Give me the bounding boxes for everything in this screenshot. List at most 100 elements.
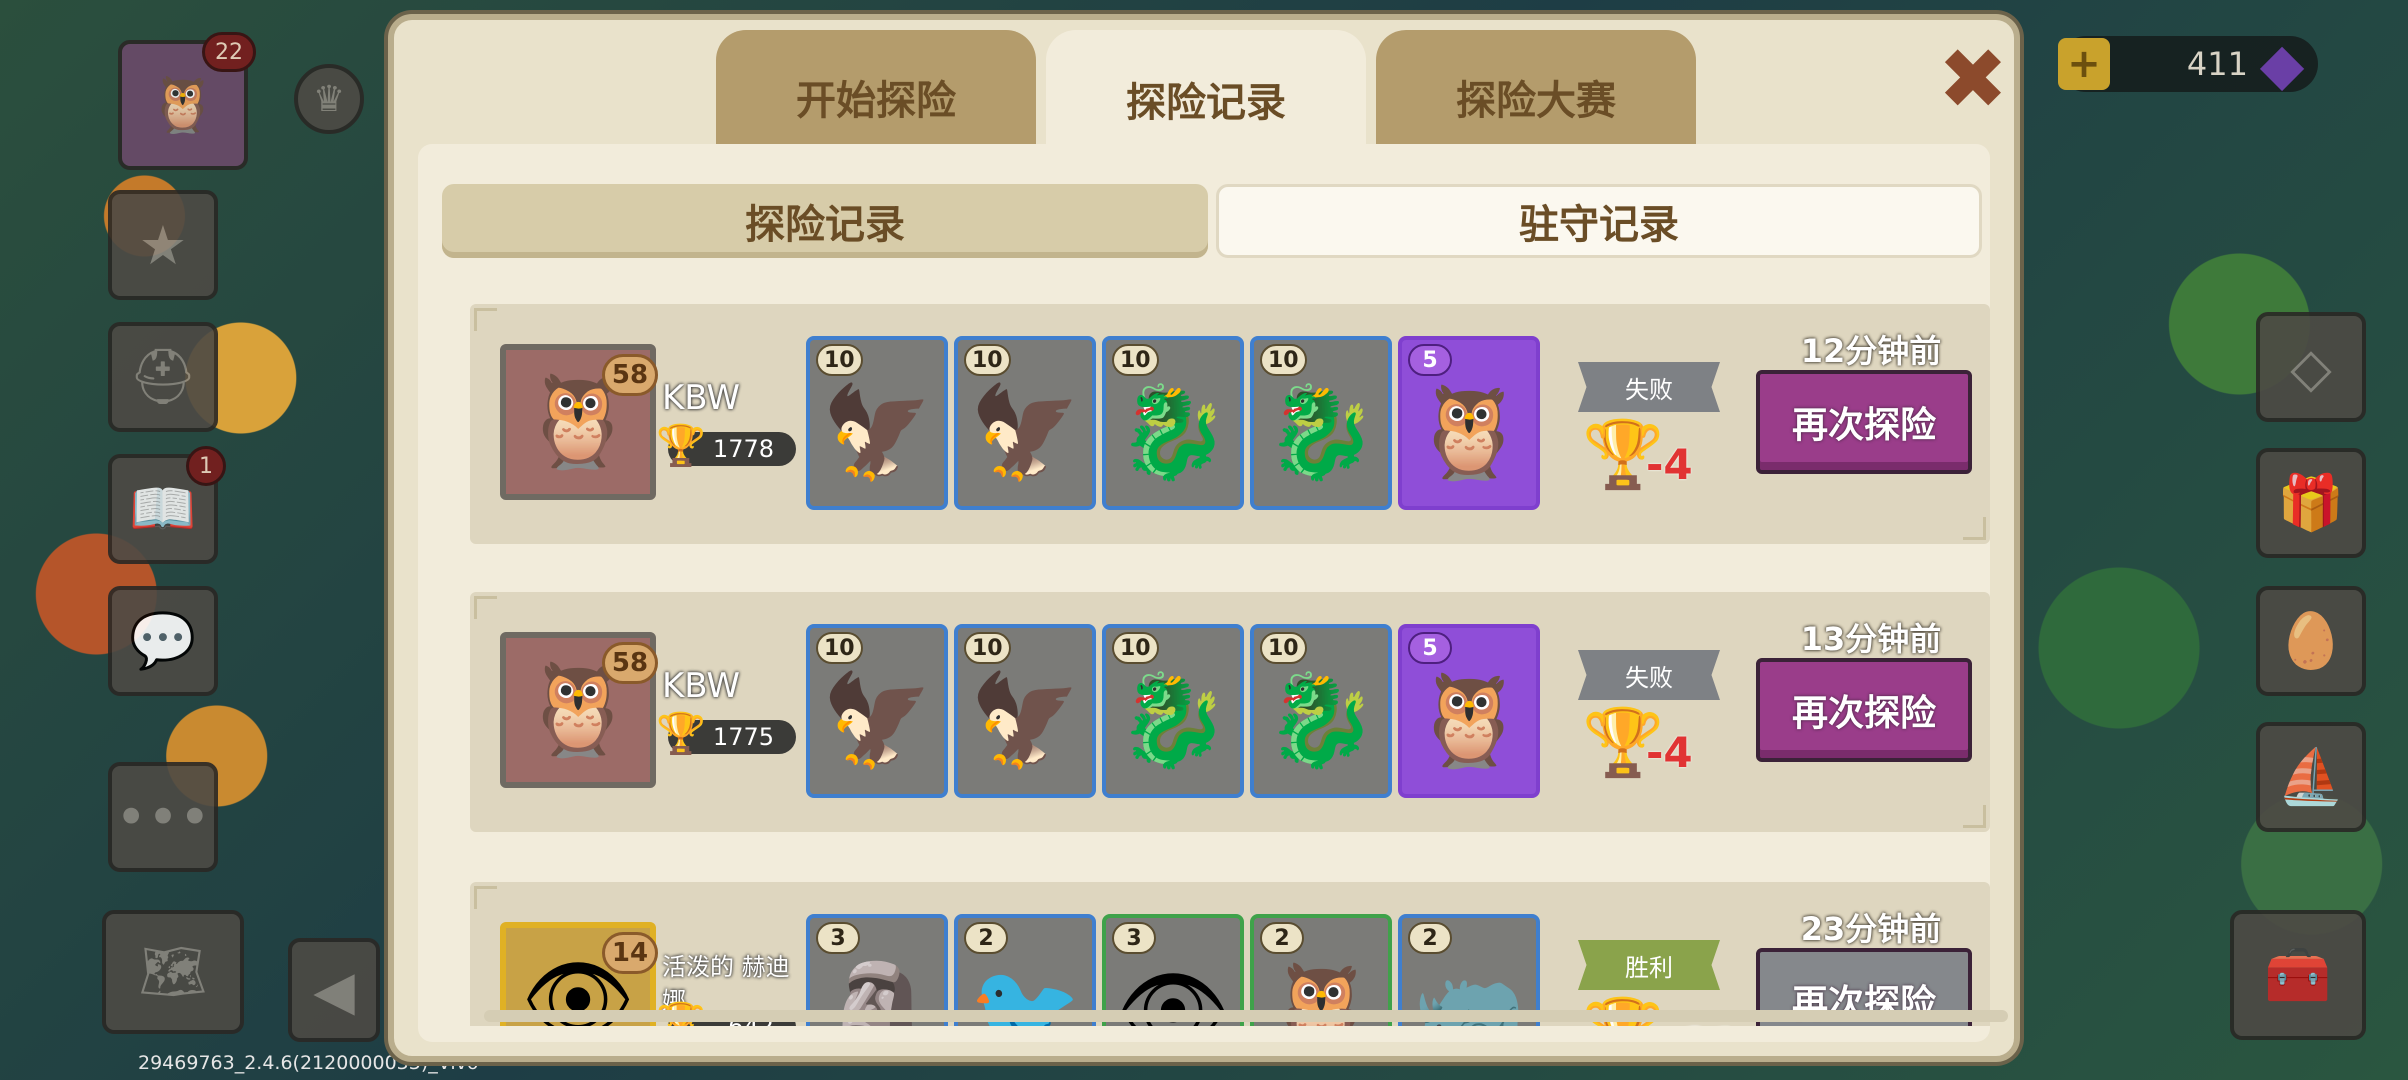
quest-icon: ◇	[2290, 335, 2332, 399]
monster-card[interactable]: 5 🦉	[1398, 624, 1540, 798]
egg-button[interactable]: 🥚	[2256, 586, 2366, 696]
beast-icon: 🦅	[820, 380, 934, 485]
map-button[interactable]: 🗺	[102, 910, 244, 1034]
currency-value: 411	[2186, 45, 2248, 83]
player-avatar[interactable]: 🦉 58	[500, 344, 658, 500]
player-level-badge: 58	[602, 354, 658, 396]
dragon-icon: 🐉	[1264, 380, 1378, 485]
record-row: 🦉 58 KBW 1778 🏆 10 🦅 10 🦅 10 🐉 10 🐉 5 🦉 失败 🏆 …	[470, 304, 1990, 544]
profile-level-badge: 22	[202, 32, 256, 72]
helmet-button[interactable]: ⛑	[108, 322, 218, 432]
tab-adventure-contest[interactable]: 探险大赛	[1376, 30, 1696, 154]
card-level: 10	[1112, 632, 1159, 664]
tab-start-adventure[interactable]: 开始探险	[716, 30, 1036, 154]
helmet-icon: ⛑	[128, 345, 198, 408]
trophy-delta: -4	[1646, 728, 1693, 777]
egg-icon: 🥚	[2277, 609, 2345, 672]
card-level: 3	[1112, 922, 1156, 954]
owl-icon: 🦉	[1412, 380, 1526, 485]
crown-icon: ♛	[312, 78, 346, 120]
monster-card[interactable]: 10 🦅	[954, 336, 1096, 510]
currency-bar: + 411 ◆	[2058, 30, 2318, 98]
more-icon: •••	[115, 785, 211, 849]
subtab-defend-records[interactable]: 驻守记录	[1216, 184, 1982, 258]
collapse-button[interactable]: ◀	[288, 938, 380, 1042]
chest-icon: 🧰	[2264, 943, 2332, 1006]
card-level: 10	[1260, 632, 1307, 664]
owl-icon: 🦉	[1412, 668, 1526, 773]
card-level: 2	[964, 922, 1008, 954]
record-time: 12分钟前	[1800, 332, 1942, 370]
owl-icon: 🦉	[149, 73, 217, 136]
chevron-left-icon: ◀	[313, 958, 355, 1022]
beast-icon: 🦅	[968, 380, 1082, 485]
quest-button[interactable]: ◇	[2256, 312, 2366, 422]
player-level-badge: 58	[602, 642, 658, 684]
boat-button[interactable]: ⛵	[2256, 722, 2366, 832]
more-button[interactable]: •••	[108, 762, 218, 872]
retry-adventure-button[interactable]: 再次探险	[1756, 658, 1972, 762]
card-level: 10	[816, 632, 863, 664]
records-list[interactable]: 🦉 58 KBW 1778 🏆 10 🦅 10 🦅 10 🐉 10 🐉 5 🦉 失败 🏆 …	[470, 304, 1990, 1026]
card-level: 3	[816, 922, 860, 954]
profile-avatar-button[interactable]: 🦉 22	[118, 32, 256, 170]
monster-card[interactable]: 10 🐉	[1102, 336, 1244, 510]
result-banner: 失败	[1578, 650, 1720, 700]
star-icon: ★	[138, 213, 188, 277]
book-icon: 📖	[129, 477, 197, 540]
monster-card[interactable]: 10 🐉	[1250, 624, 1392, 798]
card-level: 10	[816, 344, 863, 376]
trophy-delta: -4	[1646, 440, 1693, 489]
card-level: 10	[1260, 344, 1307, 376]
beast-icon: 🦅	[820, 668, 934, 773]
adventure-modal: 开始探险 探险记录 探险大赛 ✖ 探险记录 驻守记录 🦉 58 KBW 1778…	[388, 14, 2020, 1062]
monster-card[interactable]: 10 🐉	[1102, 624, 1244, 798]
guide-book-button[interactable]: 📖 1	[108, 446, 226, 564]
card-level: 10	[964, 632, 1011, 664]
chest-button[interactable]: 🧰	[2230, 910, 2366, 1040]
add-currency-button[interactable]: +	[2058, 38, 2110, 90]
card-level: 2	[1408, 922, 1452, 954]
chat-icon: 💬	[129, 609, 197, 672]
trophy-icon: 🏆	[656, 423, 706, 469]
record-time: 13分钟前	[1800, 620, 1942, 658]
subtab-explore-records[interactable]: 探险记录	[442, 184, 1208, 258]
retry-adventure-button[interactable]: 再次探险	[1756, 370, 1972, 474]
monster-card[interactable]: 10 🐉	[1250, 336, 1392, 510]
card-level: 5	[1408, 344, 1452, 376]
chat-button[interactable]: 💬	[108, 586, 218, 696]
gem-icon: ◆	[2259, 30, 2305, 98]
monster-card[interactable]: 10 🦅	[954, 624, 1096, 798]
player-avatar[interactable]: 🦉 58	[500, 632, 658, 788]
result-banner: 胜利	[1578, 940, 1720, 990]
trophy-icon: 🏆	[656, 711, 706, 757]
record-row: 👁 14 活泼的 赫迪娜 642 🏆 3🗿 2🐦 3👁 2🦉 2🦏 胜利 🏆 +…	[470, 882, 1990, 1026]
close-button[interactable]: ✖	[1932, 37, 2014, 121]
card-level: 2	[1260, 922, 1304, 954]
monster-card[interactable]: 10 🦅	[806, 624, 948, 798]
dragon-icon: 🐉	[1264, 668, 1378, 773]
player-name: KBW	[662, 378, 741, 418]
beast-icon: 🦅	[968, 668, 1082, 773]
result-banner: 失败	[1578, 362, 1720, 412]
guide-badge: 1	[186, 446, 226, 486]
boat-icon: ⛵	[2277, 745, 2345, 808]
star-button[interactable]: ★	[108, 190, 218, 300]
crown-button[interactable]: ♛	[294, 64, 364, 134]
gift-button[interactable]: 🎁	[2256, 448, 2366, 558]
horizontal-scrollbar[interactable]	[484, 1010, 2008, 1022]
record-time: 23分钟前	[1800, 910, 1942, 948]
card-level: 10	[964, 344, 1011, 376]
close-icon: ✖	[1937, 30, 2009, 128]
dragon-icon: 🐉	[1116, 380, 1230, 485]
monster-card[interactable]: 10 🦅	[806, 336, 948, 510]
player-level-badge: 14	[602, 932, 658, 974]
card-level: 5	[1408, 632, 1452, 664]
player-name: KBW	[662, 666, 741, 706]
monster-card[interactable]: 5 🦉	[1398, 336, 1540, 510]
map-icon: 🗺	[138, 940, 208, 1003]
tab-adventure-records[interactable]: 探险记录	[1046, 30, 1366, 158]
gift-icon: 🎁	[2277, 471, 2345, 534]
dragon-icon: 🐉	[1116, 668, 1230, 773]
card-level: 10	[1112, 344, 1159, 376]
